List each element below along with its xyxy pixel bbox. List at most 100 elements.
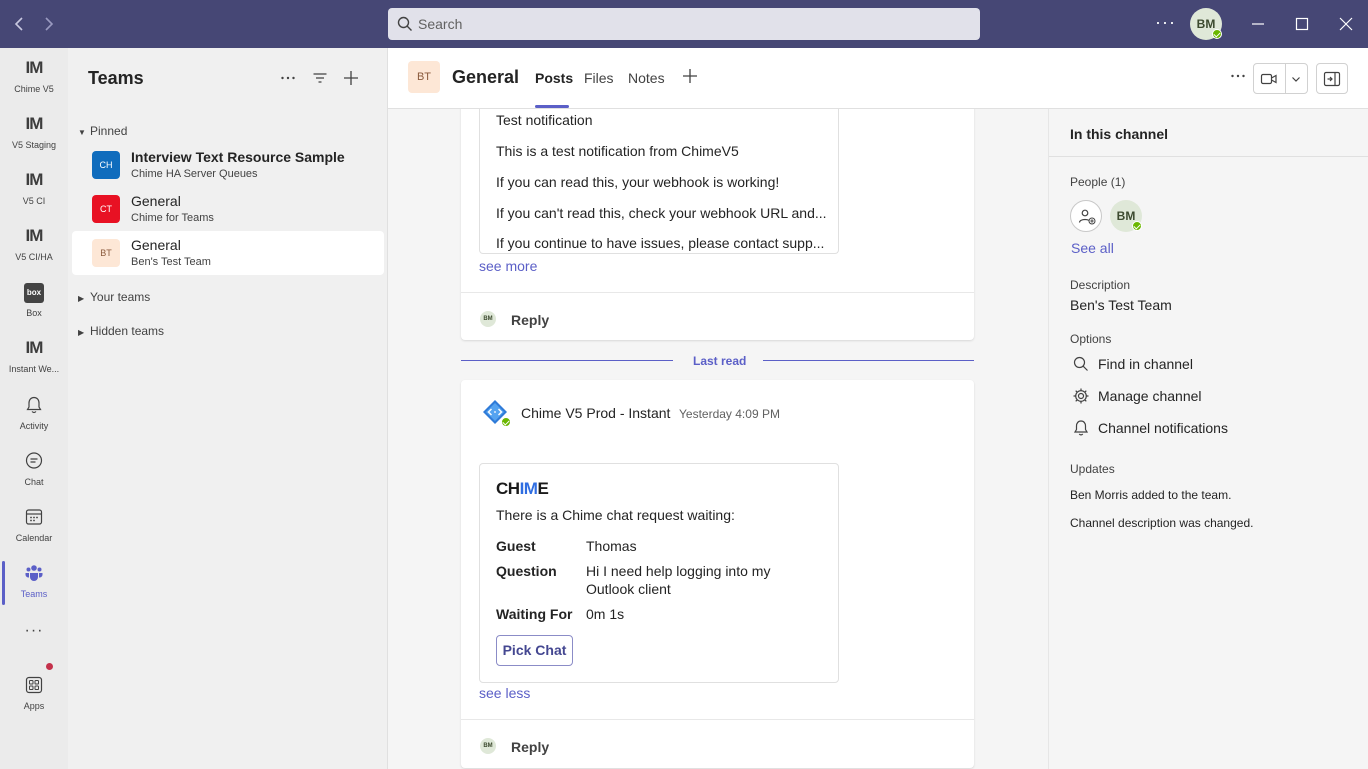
ellipsis-icon	[281, 76, 295, 80]
rail-item-box[interactable]: box Box	[0, 274, 68, 330]
teams-more-options-button[interactable]	[278, 68, 298, 88]
more-apps-button[interactable]: ···	[0, 620, 68, 650]
im-logo-icon: IM	[25, 226, 44, 245]
search-icon	[1073, 356, 1088, 371]
rail-item-instant-web[interactable]: IM Instant We...	[0, 330, 68, 386]
rail-label: V5 CI/HA	[15, 252, 53, 262]
channel-name: General	[131, 193, 181, 209]
message-card: Test notification This is a test notific…	[461, 109, 974, 340]
tab-notes[interactable]: Notes	[628, 70, 665, 86]
rail-item-v5-ci[interactable]: IM V5 CI	[0, 162, 68, 218]
maximize-icon[interactable]	[1290, 12, 1314, 36]
channel-name: General	[131, 237, 181, 253]
channel-item-bens-test-team[interactable]: BT General Ben's Test Team	[72, 231, 384, 275]
chevron-down-icon[interactable]	[1290, 73, 1302, 85]
app-rail: IM Chime V5 IM V5 Staging IM V5 CI IM V5…	[0, 48, 68, 769]
card-intro-text: There is a Chime chat request waiting:	[496, 507, 735, 523]
message-card: Chime V5 Prod - Instant Yesterday 4:09 P…	[461, 380, 974, 768]
rail-item-v5-staging[interactable]: IM V5 Staging	[0, 106, 68, 162]
filter-button[interactable]	[310, 68, 330, 88]
settings-more-button[interactable]: ···	[1155, 12, 1176, 33]
add-team-button[interactable]	[341, 68, 361, 88]
field-label: Guest	[496, 538, 536, 554]
member-avatar[interactable]: BM	[1110, 200, 1142, 232]
info-pane-title: In this channel	[1070, 126, 1169, 142]
forward-arrow-icon[interactable]	[36, 12, 60, 36]
rail-item-v5-ci-ha[interactable]: IM V5 CI/HA	[0, 218, 68, 274]
adaptive-card: Test notification This is a test notific…	[479, 109, 839, 254]
teams-list-pane: Teams ▼ Pinned CH Interview Text Resource…	[68, 48, 388, 769]
your-teams-label: Your teams	[90, 290, 151, 304]
chat-icon	[25, 452, 43, 469]
card-line: This is a test notification from ChimeV5	[496, 143, 739, 159]
team-name: Chime for Teams	[131, 212, 214, 224]
adaptive-card: CHIME There is a Chime chat request wait…	[479, 463, 839, 683]
add-tab-button[interactable]	[680, 66, 700, 92]
gear-icon	[1073, 388, 1089, 404]
description-text: Ben's Test Team	[1070, 297, 1172, 313]
card-line: If you continue to have issues, please c…	[496, 235, 825, 251]
add-person-icon	[1078, 209, 1096, 225]
reply-row[interactable]: BM Reply	[461, 292, 974, 340]
rail-item-apps[interactable]: Apps	[0, 667, 68, 723]
see-more-link[interactable]: see more	[479, 258, 537, 274]
rail-item-activity[interactable]: Activity	[0, 387, 68, 443]
channel-item-interview-text[interactable]: CH Interview Text Resource Sample Chime …	[72, 143, 384, 187]
see-less-link[interactable]: see less	[479, 685, 530, 701]
side-panel-icon	[1323, 71, 1341, 87]
tab-files[interactable]: Files	[584, 70, 614, 86]
channel-more-options-button[interactable]	[1228, 66, 1248, 91]
toggle-info-pane-button[interactable]	[1316, 63, 1348, 94]
back-arrow-icon[interactable]	[8, 12, 32, 36]
find-in-channel-option[interactable]: Find in channel	[1070, 352, 1350, 376]
box-logo-icon: box	[24, 283, 44, 303]
rail-item-chat[interactable]: Chat	[0, 443, 68, 499]
manage-channel-option[interactable]: Manage channel	[1070, 384, 1350, 408]
hidden-teams-section-header[interactable]: ▶ Hidden teams	[78, 324, 164, 338]
user-avatar[interactable]: BM	[1190, 8, 1222, 40]
add-people-button[interactable]	[1070, 200, 1102, 232]
see-all-link[interactable]: See all	[1071, 240, 1114, 256]
team-tile: CT	[92, 195, 120, 223]
video-camera-icon	[1260, 73, 1277, 85]
meet-button[interactable]	[1253, 63, 1308, 94]
reply-button[interactable]: Reply	[511, 739, 549, 755]
channel-header: BT General Posts Files Notes	[388, 48, 1368, 109]
minimize-icon[interactable]	[1246, 12, 1270, 36]
rail-label: Apps	[23, 701, 45, 711]
search-placeholder: Search	[418, 16, 463, 32]
im-logo-icon: IM	[25, 338, 44, 357]
search-input[interactable]: Search	[388, 8, 980, 40]
rail-item-calendar[interactable]: Calendar	[0, 499, 68, 555]
reply-row[interactable]: BM Reply	[461, 719, 974, 768]
channel-notifications-option[interactable]: Channel notifications	[1070, 416, 1350, 440]
teams-pane-title: Teams	[88, 68, 144, 88]
card-line: If you can't read this, check your webho…	[496, 205, 827, 221]
updates-label: Updates	[1070, 462, 1115, 476]
reply-button[interactable]: Reply	[511, 312, 549, 328]
caret-down-icon: ▼	[78, 128, 86, 137]
close-icon[interactable]	[1334, 12, 1358, 36]
option-label: Find in channel	[1098, 356, 1193, 372]
hidden-teams-label: Hidden teams	[90, 324, 165, 338]
pick-chat-button[interactable]: Pick Chat	[496, 635, 573, 666]
rail-label: V5 CI	[22, 196, 46, 206]
member-initials: BM	[1116, 209, 1136, 223]
options-label: Options	[1070, 332, 1112, 346]
last-read-label: Last read	[693, 354, 747, 368]
channel-item-chime-for-teams[interactable]: CT General Chime for Teams	[72, 187, 384, 231]
tab-posts[interactable]: Posts	[535, 70, 573, 86]
search-icon	[397, 16, 412, 31]
pinned-section-header[interactable]: ▼ Pinned	[78, 124, 127, 138]
plus-icon	[344, 71, 358, 85]
sender-name[interactable]: Chime V5 Prod - Instant	[521, 405, 670, 421]
message-timestamp: Yesterday 4:09 PM	[679, 407, 780, 421]
posts-feed[interactable]: Test notification This is a test notific…	[388, 109, 1048, 769]
people-label: People (1)	[1070, 175, 1126, 189]
rail-item-teams[interactable]: Teams	[0, 555, 68, 611]
your-teams-section-header[interactable]: ▶ Your teams	[78, 290, 150, 304]
divider-line	[461, 360, 673, 361]
calendar-icon	[25, 509, 43, 525]
channel-name: Interview Text Resource Sample	[131, 149, 345, 165]
rail-item-chime-v5[interactable]: IM Chime V5	[0, 50, 68, 106]
